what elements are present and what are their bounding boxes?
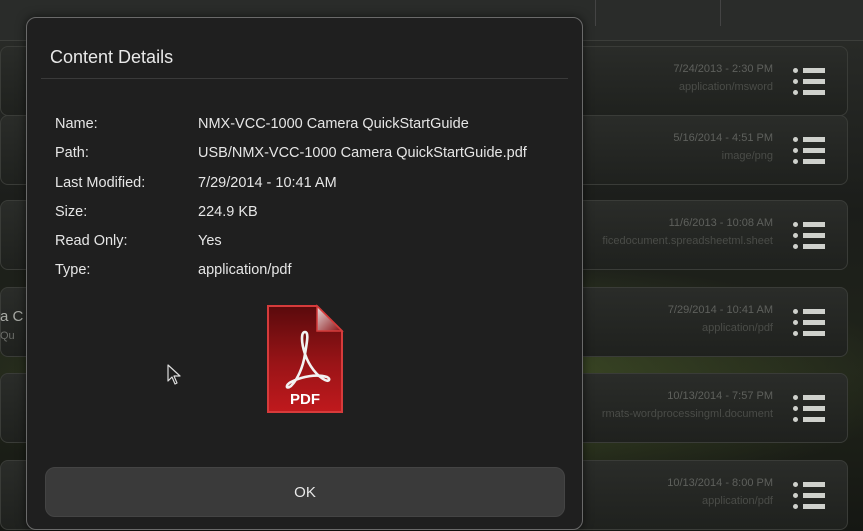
mouse-cursor-icon [167, 364, 181, 385]
list-menu-icon[interactable] [793, 482, 825, 510]
file-date: 7/24/2013 - 2:30 PM [673, 63, 773, 75]
pdf-file-icon: PDF [267, 304, 344, 413]
detail-value: USB/NMX-VCC-1000 Camera QuickStartGuide.… [198, 145, 527, 161]
file-mime-type: image/png [721, 150, 773, 162]
list-menu-icon[interactable] [793, 137, 825, 165]
background-item-title: a C [0, 308, 24, 325]
detail-value: NMX-VCC-1000 Camera QuickStartGuide [198, 116, 469, 132]
ok-button[interactable]: OK [45, 467, 565, 517]
file-mime-type: application/pdf [702, 322, 773, 334]
list-menu-icon[interactable] [793, 309, 825, 337]
detail-label: Size: [55, 204, 88, 220]
detail-label: Read Only: [55, 233, 128, 249]
file-mime-type: rmats-wordprocessingml.document [601, 408, 773, 420]
file-date: 7/29/2014 - 10:41 AM [667, 304, 773, 316]
content-details-dialog: Content Details Name: NMX-VCC-1000 Camer… [26, 17, 583, 530]
detail-label: Name: [55, 116, 98, 132]
list-menu-icon[interactable] [793, 395, 825, 423]
top-bar-divider [595, 0, 596, 26]
file-mime-type: ficedocument.spreadsheetml.sheet [602, 235, 773, 247]
file-date: 5/16/2014 - 4:51 PM [673, 132, 773, 144]
detail-label: Path: [55, 145, 89, 161]
list-menu-icon[interactable] [793, 68, 825, 96]
file-date: 11/6/2013 - 10:08 AM [668, 217, 773, 229]
detail-label: Type: [55, 262, 91, 278]
top-bar-divider [720, 0, 721, 26]
dialog-title: Content Details [50, 47, 174, 67]
file-date: 10/13/2014 - 8:00 PM [667, 477, 773, 489]
file-mime-type: application/pdf [702, 495, 773, 507]
file-date: 10/13/2014 - 7:57 PM [667, 390, 773, 402]
detail-value: 7/29/2014 - 10:41 AM [198, 175, 337, 191]
title-divider [41, 78, 568, 79]
detail-value: Yes [198, 233, 222, 249]
detail-value: application/pdf [198, 262, 292, 278]
background-item-subtitle: Qu [0, 330, 15, 342]
file-mime-type: application/msword [678, 81, 773, 93]
pdf-icon-label: PDF [290, 391, 320, 408]
list-menu-icon[interactable] [793, 222, 825, 250]
detail-value: 224.9 KB [198, 204, 258, 220]
detail-label: Last Modified: [55, 175, 146, 191]
